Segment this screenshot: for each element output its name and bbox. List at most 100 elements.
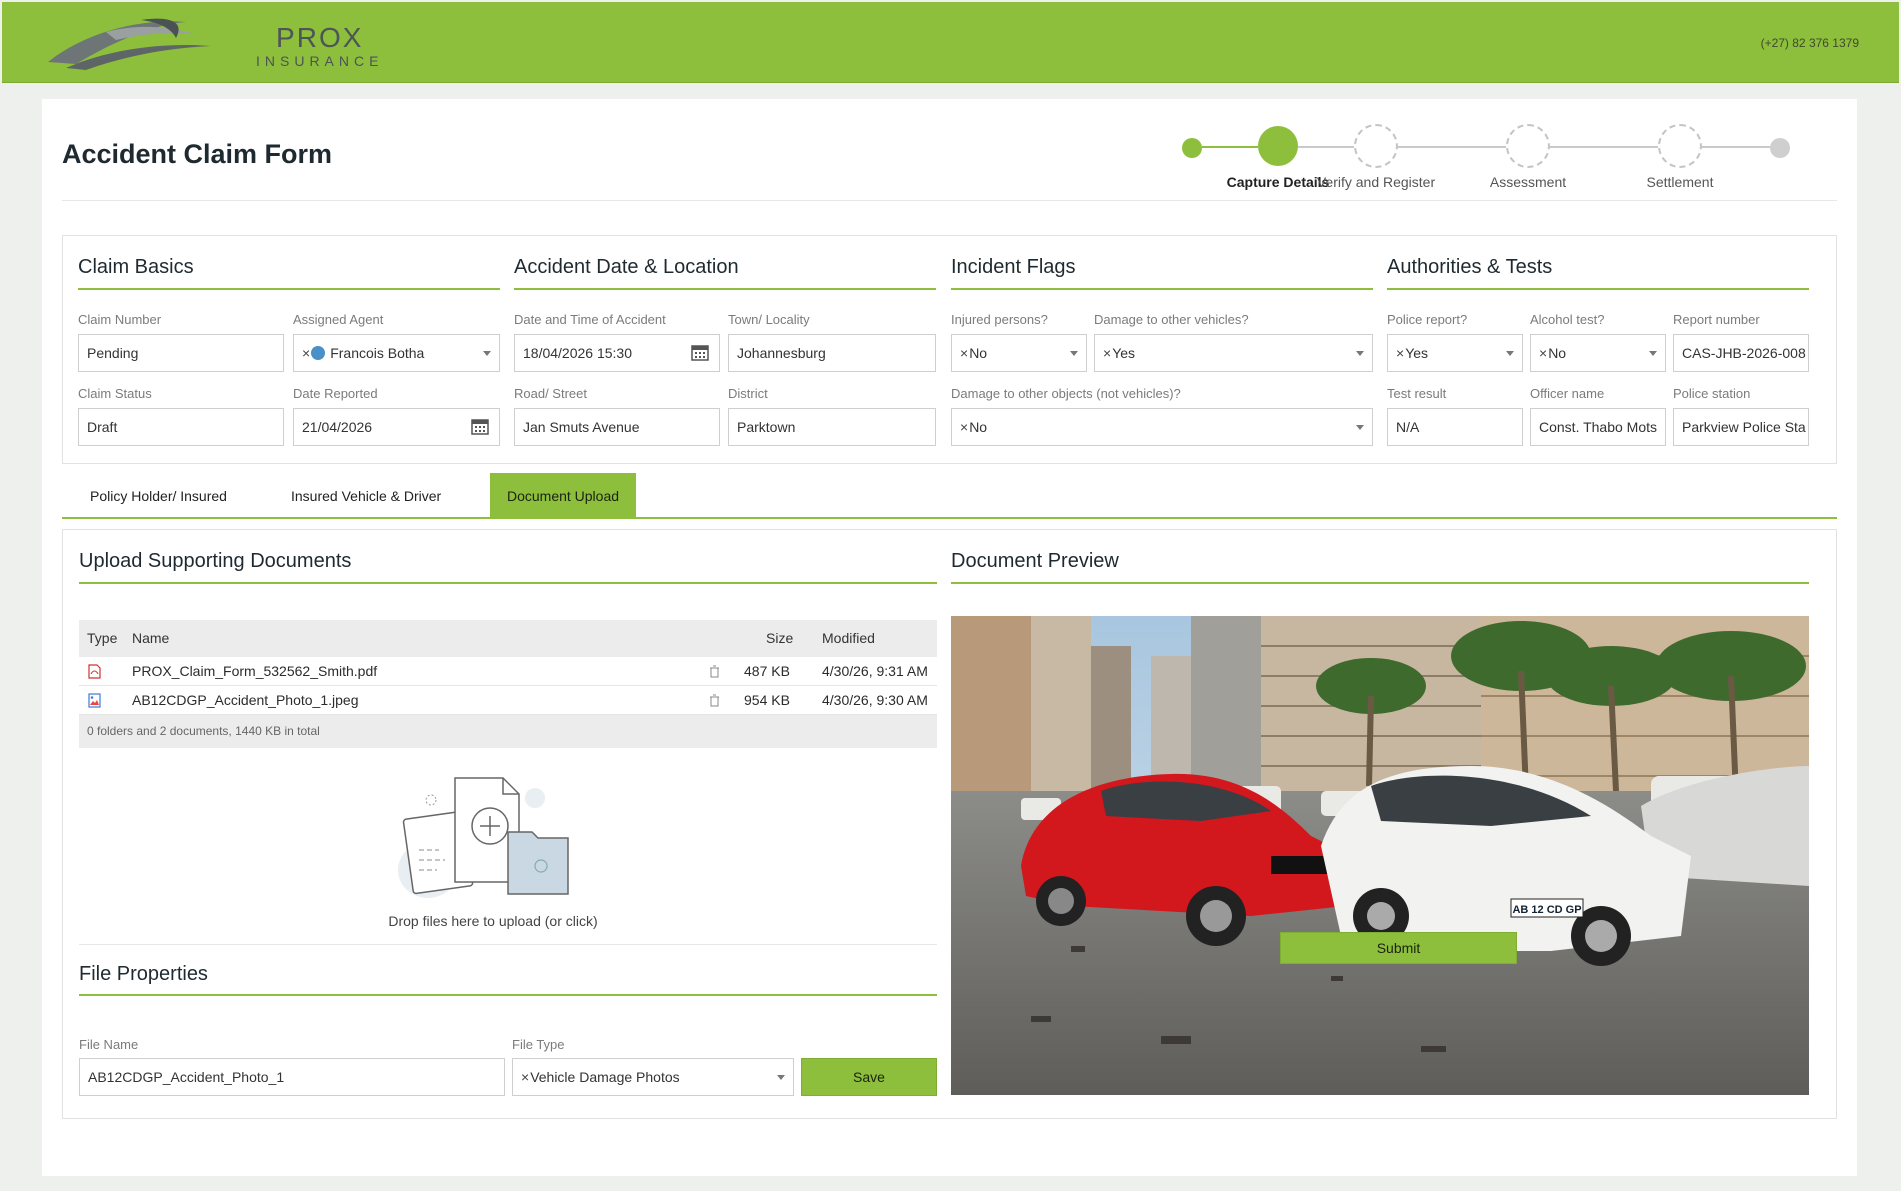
- damage-vehicles-select[interactable]: ×Yes: [1094, 334, 1373, 372]
- page-title: Accident Claim Form: [62, 139, 333, 169]
- clear-icon[interactable]: ×: [960, 345, 968, 361]
- table-header: Type Name Size Modified: [79, 620, 937, 657]
- brand-logo[interactable]: PROX INSURANCE: [46, 12, 378, 76]
- clear-icon[interactable]: ×: [960, 419, 968, 435]
- progress-stepper: Capture Details Verify and Register Asse…: [1182, 121, 1842, 191]
- clear-icon[interactable]: ×: [1539, 345, 1547, 361]
- file-properties-title: File Properties: [79, 963, 208, 985]
- damage-objects-select[interactable]: ×No: [951, 408, 1373, 446]
- date-reported-label: Date Reported: [293, 386, 378, 401]
- step-connector: [1298, 146, 1354, 148]
- damage-vehicles-label: Damage to other vehicles?: [1094, 312, 1249, 327]
- chevron-down-icon: [1506, 351, 1514, 356]
- officer-field[interactable]: Const. Thabo Mots: [1530, 408, 1666, 446]
- step-label-settlement[interactable]: Settlement: [1610, 174, 1750, 190]
- col-type[interactable]: Type: [87, 620, 117, 657]
- section-rule: [1387, 288, 1809, 290]
- tab-insured-vehicle[interactable]: Insured Vehicle & Driver: [277, 473, 455, 519]
- save-button[interactable]: Save: [801, 1058, 937, 1096]
- tab-document-upload[interactable]: Document Upload: [490, 473, 636, 519]
- file-drop-zone[interactable]: Drop files here to upload (or click): [383, 770, 603, 930]
- table-row[interactable]: AB12CDGP_Accident_Photo_1.jpeg 954 KB 4/…: [79, 686, 937, 715]
- report-number-field[interactable]: CAS-JHB-2026-008: [1673, 334, 1809, 372]
- damage-objects-label: Damage to other objects (not vehicles)?: [951, 386, 1181, 401]
- brand-name: PROX: [276, 22, 364, 53]
- claim-status-field[interactable]: Draft: [78, 408, 284, 446]
- section-rule: [514, 288, 936, 290]
- claim-number-label: Claim Number: [78, 312, 162, 327]
- table-row[interactable]: PROX_Claim_Form_532562_Smith.pdf 487 KB …: [79, 657, 937, 686]
- image-file-icon: [88, 693, 101, 708]
- step-label-assessment[interactable]: Assessment: [1458, 174, 1598, 190]
- accident-datetime-field[interactable]: 18/04/2026 15:30: [514, 334, 720, 372]
- date-reported-field[interactable]: 21/04/2026: [293, 408, 500, 446]
- test-result-field[interactable]: N/A: [1387, 408, 1523, 446]
- step-connector: [1202, 146, 1258, 148]
- alcohol-test-select[interactable]: ×No: [1530, 334, 1666, 372]
- damage-objects-value: No: [969, 419, 988, 435]
- step-end-dot: [1770, 138, 1790, 158]
- col-modified[interactable]: Modified: [822, 620, 875, 657]
- section-rule: [79, 582, 937, 584]
- file-size: 954 KB: [744, 692, 790, 708]
- table-summary: 0 folders and 2 documents, 1440 KB in to…: [79, 715, 937, 748]
- step-settlement[interactable]: [1658, 124, 1702, 168]
- file-name[interactable]: AB12CDGP_Accident_Photo_1.jpeg: [132, 686, 358, 715]
- calendar-icon[interactable]: [471, 418, 489, 435]
- station-field[interactable]: Parkview Police Sta: [1673, 408, 1809, 446]
- section-title: Claim Basics: [78, 256, 194, 278]
- pdf-file-icon: [88, 664, 101, 679]
- town-field[interactable]: Johannesburg: [728, 334, 936, 372]
- tab-policy-holder[interactable]: Policy Holder/ Insured: [76, 473, 241, 519]
- clear-icon[interactable]: ×: [1396, 345, 1404, 361]
- preview-title: Document Preview: [951, 550, 1119, 572]
- file-name[interactable]: PROX_Claim_Form_532562_Smith.pdf: [132, 657, 377, 686]
- town-label: Town/ Locality: [728, 312, 810, 327]
- file-name-field[interactable]: AB12CDGP_Accident_Photo_1: [79, 1058, 505, 1096]
- step-assessment[interactable]: [1506, 124, 1550, 168]
- police-report-select[interactable]: ×Yes: [1387, 334, 1523, 372]
- accident-datetime-label: Date and Time of Accident: [514, 312, 666, 327]
- assigned-agent-value: Francois Botha: [330, 345, 425, 361]
- step-label-verify[interactable]: Verify and Register: [1306, 174, 1446, 190]
- col-size[interactable]: Size: [766, 620, 793, 657]
- road-field[interactable]: Jan Smuts Avenue: [514, 408, 720, 446]
- document-preview-image[interactable]: AB 12 CD GP: [951, 616, 1809, 1095]
- section-rule: [79, 994, 937, 996]
- submit-button[interactable]: Submit: [1280, 932, 1517, 964]
- road-label: Road/ Street: [514, 386, 587, 401]
- step-verify-register[interactable]: [1354, 124, 1398, 168]
- assigned-agent-select[interactable]: × Francois Botha: [293, 334, 500, 372]
- drop-instruction: Drop files here to upload (or click): [388, 913, 598, 929]
- file-modified: 4/30/26, 9:30 AM: [822, 692, 928, 708]
- upload-title: Upload Supporting Documents: [79, 550, 352, 572]
- file-modified: 4/30/26, 9:31 AM: [822, 663, 928, 679]
- col-name[interactable]: Name: [132, 620, 169, 657]
- clear-icon[interactable]: ×: [1103, 345, 1111, 361]
- step-capture-details[interactable]: [1258, 126, 1298, 166]
- file-type-select[interactable]: ×Vehicle Damage Photos: [512, 1058, 794, 1096]
- chevron-down-icon: [777, 1075, 785, 1080]
- injured-label: Injured persons?: [951, 312, 1048, 327]
- clear-icon[interactable]: ×: [521, 1069, 529, 1085]
- contact-phone[interactable]: (+27) 82 376 1379: [1761, 36, 1859, 50]
- step-start-dot: [1182, 138, 1202, 158]
- swoosh-logo-icon: [48, 18, 211, 70]
- alcohol-test-value: No: [1548, 345, 1567, 361]
- calendar-icon[interactable]: [691, 344, 709, 361]
- injured-select[interactable]: ×No: [951, 334, 1087, 372]
- section-title: Incident Flags: [951, 256, 1076, 278]
- trash-icon[interactable]: [709, 665, 720, 678]
- clear-icon[interactable]: ×: [302, 345, 310, 361]
- top-bar: PROX INSURANCE (+27) 82 376 1379: [2, 2, 1899, 83]
- document-upload-panel: Upload Supporting Documents Type Name Si…: [62, 529, 1837, 1119]
- district-field[interactable]: Parktown: [728, 408, 936, 446]
- date-reported-value: 21/04/2026: [302, 419, 373, 435]
- claim-number-field[interactable]: Pending: [78, 334, 284, 372]
- trash-icon[interactable]: [709, 694, 720, 707]
- section-title: Authorities & Tests: [1387, 256, 1553, 278]
- summary-text: 0 folders and 2 documents, 1440 KB in to…: [87, 724, 320, 738]
- documents-table: Type Name Size Modified PROX_Claim_Form_…: [79, 620, 937, 748]
- section-rule: [951, 582, 1809, 584]
- license-plate: AB 12 CD GP: [1512, 904, 1581, 916]
